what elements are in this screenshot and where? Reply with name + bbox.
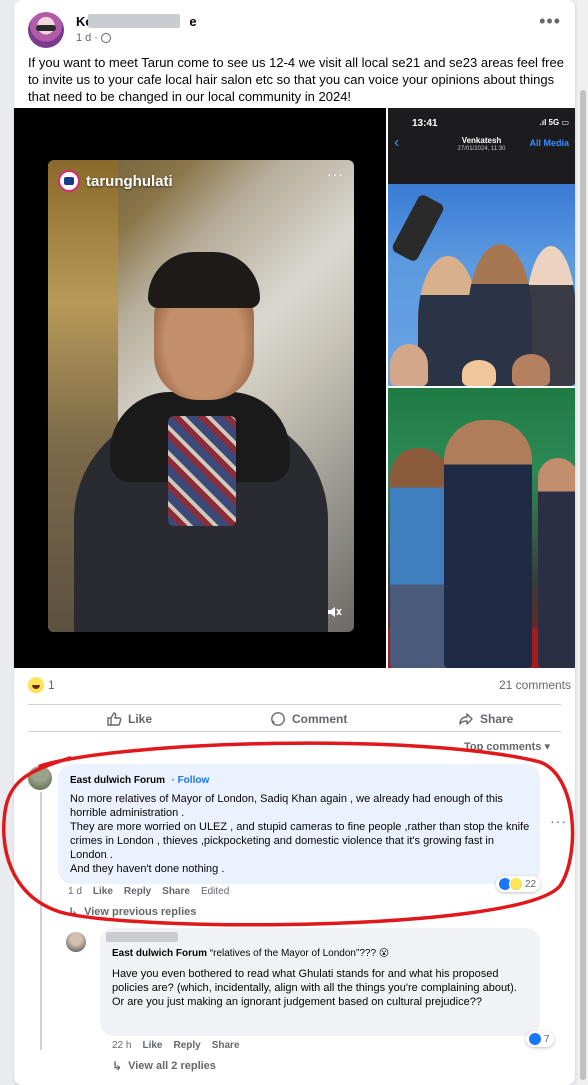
reply-share-link[interactable]: Share <box>212 1040 240 1051</box>
video-username: tarunghulati <box>58 170 173 192</box>
post-card: Ko e 1 d · ••• If you want to meet Tarun … <box>14 0 575 1085</box>
comment-button[interactable]: Comment <box>270 709 347 729</box>
reply-text: Have you even bothered to read what Ghul… <box>112 968 517 1008</box>
mention-link[interactable]: East dulwich Forum <box>112 948 207 959</box>
follow-link[interactable]: · Follow <box>171 775 209 786</box>
reaction-count[interactable]: 1 <box>48 678 55 692</box>
share-arrow-icon <box>459 713 473 725</box>
mute-icon[interactable] <box>326 604 342 620</box>
scrollbar-thumb[interactable] <box>580 90 586 1080</box>
share-button[interactable]: Share <box>458 709 513 729</box>
reply-reactions[interactable]: 7 <box>526 1031 554 1047</box>
phone-time: 13:41 <box>412 118 438 129</box>
post-media: tarunghulati ··· 13:41 .ıl 5G ▭ ‹ Venkat… <box>14 108 575 668</box>
comment-like-link[interactable]: Like <box>93 886 113 897</box>
instagram-avatar-icon <box>58 170 80 192</box>
reply-meta: 22 h Like Reply Share <box>112 1040 240 1051</box>
phone-all-media: All Media <box>529 138 569 148</box>
comment-bubble: East dulwich Forum · Follow No more rela… <box>58 764 540 884</box>
reply-bubble: East dulwich Forum “relatives of the May… <box>100 928 540 1036</box>
group-photo <box>388 184 575 386</box>
commenter-name[interactable]: East dulwich Forum <box>70 775 165 786</box>
author-avatar[interactable] <box>28 12 64 48</box>
comment-reactions[interactable]: 22 <box>496 876 541 892</box>
comment-meta: 1 d Like Reply Share Edited <box>68 886 229 897</box>
like-reaction-icon <box>528 1032 542 1046</box>
commenter-avatar[interactable] <box>28 766 52 790</box>
comment-text: No more relatives of Mayor of London, Sa… <box>70 793 530 875</box>
reply-avatar[interactable] <box>66 932 86 952</box>
haha-reaction-icon <box>509 877 523 891</box>
reactions-bar: 1 21 comments <box>28 676 571 696</box>
reply-like-link[interactable]: Like <box>142 1040 162 1051</box>
edited-label: Edited <box>200 886 230 897</box>
post-header: Ko e 1 d · ••• <box>28 12 561 52</box>
view-all-replies[interactable]: ↳ View all 2 replies <box>112 1059 216 1073</box>
name-redaction <box>88 14 180 28</box>
post-text: If you want to meet Tarun come to see us… <box>28 55 564 104</box>
comments-count[interactable]: 21 comments <box>499 678 571 692</box>
post-more-button[interactable]: ••• <box>539 12 561 30</box>
post-time[interactable]: 1 d <box>76 32 91 44</box>
like-button[interactable]: Like <box>106 709 152 729</box>
event-photo-tile[interactable] <box>388 388 575 668</box>
screenshot-tile[interactable]: 13:41 .ıl 5G ▭ ‹ Venkatesh 27/01/2024, 1… <box>388 108 575 386</box>
reply-heading: East dulwich Forum “relatives of the May… <box>112 948 390 959</box>
comment-more-button[interactable]: ··· <box>550 814 567 828</box>
video-tile[interactable]: tarunghulati ··· <box>14 108 386 668</box>
reply-arrow-icon: ↳ <box>112 1059 123 1073</box>
action-bar: Like Comment Share <box>28 704 561 732</box>
haha-reaction-icon[interactable] <box>28 677 44 693</box>
comment-time[interactable]: 1 d <box>68 886 82 897</box>
comment-bubble-icon <box>271 712 285 726</box>
reply-time[interactable]: 22 h <box>112 1040 131 1051</box>
reply-arrow-icon: ↳ <box>68 905 79 919</box>
globe-icon <box>100 33 111 43</box>
video-frame[interactable]: tarunghulati ··· <box>48 160 354 632</box>
post-meta: 1 d · <box>76 32 111 44</box>
comment-share-link[interactable]: Share <box>162 886 190 897</box>
reply-reply-link[interactable]: Reply <box>173 1040 200 1051</box>
thumbs-up-icon <box>107 712 122 726</box>
view-previous-replies[interactable]: ↳ View previous replies <box>68 905 196 919</box>
video-more-icon[interactable]: ··· <box>327 166 344 182</box>
replier-name-redaction <box>106 932 178 942</box>
scrollbar-track[interactable] <box>578 0 588 1085</box>
phone-signal: .ıl 5G ▭ <box>539 118 569 127</box>
top-comments-dropdown[interactable]: Top comments ▾ <box>464 740 550 753</box>
comment-reply-link[interactable]: Reply <box>124 886 151 897</box>
